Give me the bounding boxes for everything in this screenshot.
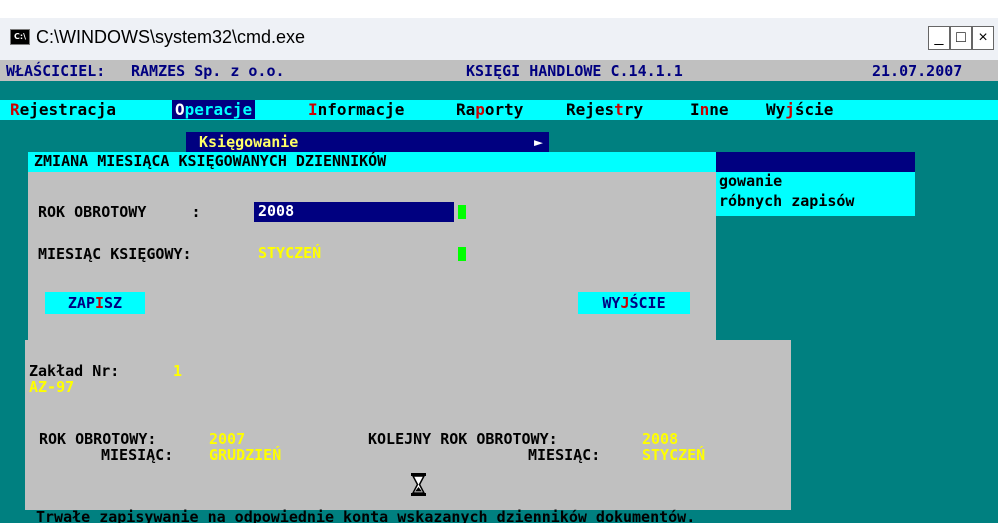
menu-item-wyjscie[interactable]: Wyjście	[766, 100, 833, 119]
kolejny-miesiac-label: MIESIĄC:	[528, 446, 601, 464]
miesiac-ksiegowy-label: MIESIĄC KSIĘGOWY:	[38, 245, 192, 263]
kolejny-miesiac-value: STYCZEŃ	[642, 446, 706, 464]
miesiac-ksiegowy-value: STYCZEŃ	[258, 244, 322, 262]
rok-obrotowy-input[interactable]: 2008	[254, 202, 454, 222]
change-month-dialog: ZMIANA MIESIĄCA KSIĘGOWANYCH DZIENNIKÓW …	[28, 152, 716, 348]
exit-button[interactable]: WYJŚCIE	[578, 292, 690, 314]
minimize-button[interactable]: _	[928, 26, 950, 50]
background-submenu-item-1[interactable]: gowanie	[719, 172, 782, 190]
header-date: 21.07.2007	[872, 62, 963, 80]
dialog-title: ZMIANA MIESIĄCA KSIĘGOWANYCH DZIENNIKÓW	[28, 152, 716, 172]
menu-item-inne[interactable]: Inne	[690, 100, 729, 119]
background-submenu-highlight	[711, 152, 915, 172]
miesiac-ksiegowy-input[interactable]: STYCZEŃ	[254, 244, 454, 264]
title-bar[interactable]: C:\ C:\WINDOWS\system32\cmd.exe _ □ ×	[0, 18, 998, 61]
cmd-icon[interactable]: C:\	[10, 29, 30, 45]
miesiac-info-label: MIESIĄC:	[101, 446, 174, 464]
app-name: KSIĘGI HANDLOWE C.14.1.1	[466, 62, 683, 80]
hourglass-icon	[411, 473, 426, 496]
background-submenu-items: gowanie róbnych zapisów	[711, 172, 915, 216]
save-button[interactable]: ZAPISZ	[45, 292, 145, 314]
header-bar: WŁAŚCICIEL: RAMZES Sp. z o.o. KSIĘGI HAN…	[0, 60, 998, 81]
window-title: C:\WINDOWS\system32\cmd.exe	[36, 27, 306, 47]
menu-item-informacje[interactable]: Informacje	[308, 100, 404, 119]
close-button[interactable]: ×	[972, 26, 994, 50]
menu-item-rejestry[interactable]: Rejestry	[566, 100, 643, 119]
maximize-button[interactable]: □	[950, 26, 972, 50]
owner-value: RAMZES Sp. z o.o.	[131, 62, 285, 80]
cmd-window: C:\ C:\WINDOWS\system32\cmd.exe _ □ × WŁ…	[0, 18, 998, 523]
submenu-ksiegowanie[interactable]: Księgowanie ►	[186, 132, 549, 153]
submenu-arrow-icon: ►	[533, 133, 543, 151]
company-info-panel: Zakład Nr: 1 AZ-97 ROK OBROTOWY: 2007 MI…	[25, 340, 791, 510]
rok-obrotowy-label: ROK OBROTOWY :	[38, 203, 201, 221]
status-line: Trwałe zapisywanie na odpowiednie konta …	[36, 508, 696, 523]
background-submenu: gowanie róbnych zapisów	[711, 152, 915, 216]
menu-item-raporty[interactable]: Raporty	[456, 100, 523, 119]
zaklad-name: AZ-97	[29, 378, 75, 396]
menu-bar: Rejestracja Operacje Informacje Raporty …	[0, 100, 998, 120]
miesiac-info-value: GRUDZIEŃ	[209, 446, 282, 464]
input-cursor-rok	[458, 205, 466, 219]
submenu-label: Księgowanie	[199, 133, 299, 151]
console-area: WŁAŚCICIEL: RAMZES Sp. z o.o. KSIĘGI HAN…	[0, 60, 998, 523]
owner-label: WŁAŚCICIEL:	[6, 62, 106, 80]
menu-item-operacje[interactable]: Operacje	[172, 100, 256, 119]
input-cursor-miesiac	[458, 247, 466, 261]
rok-obrotowy-value: 2008	[258, 202, 295, 220]
background-submenu-item-2[interactable]: róbnych zapisów	[719, 192, 854, 210]
zaklad-value: 1	[173, 362, 183, 380]
menu-item-rejestracja[interactable]: Rejestracja	[10, 100, 116, 119]
